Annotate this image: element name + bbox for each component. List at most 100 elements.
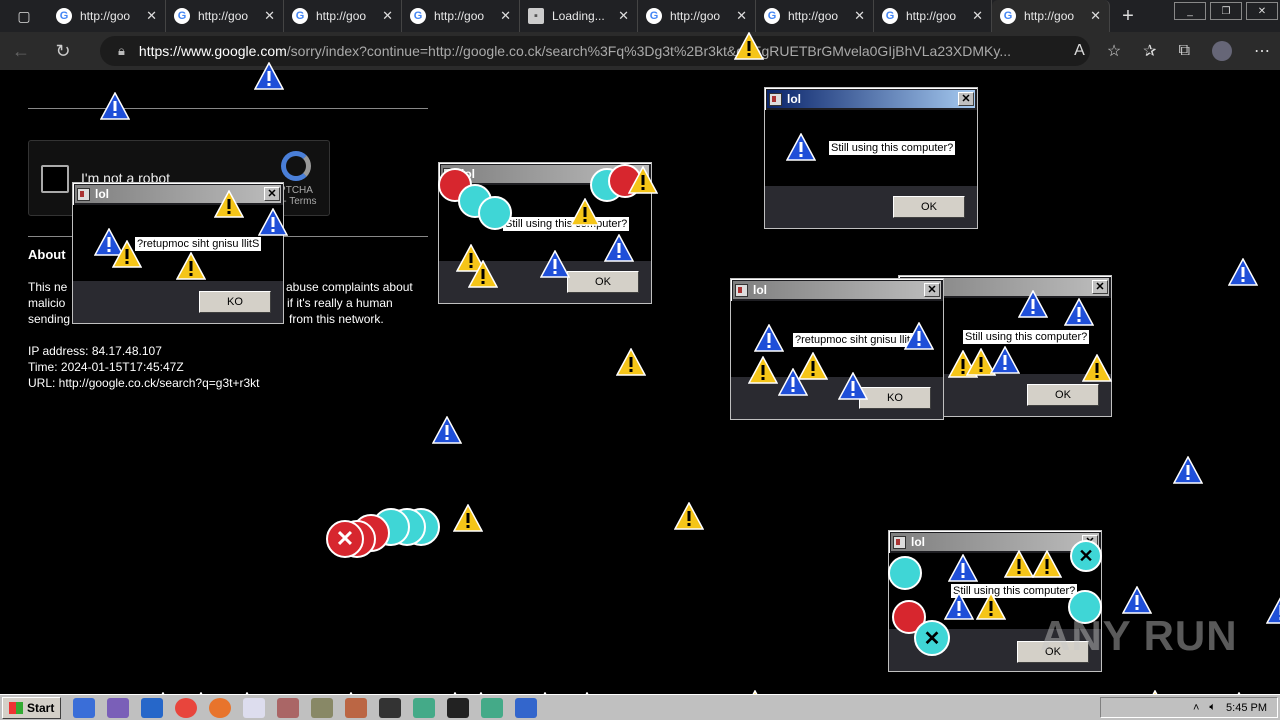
- browser-tab[interactable]: Ghttp://goo ✕: [284, 0, 402, 32]
- dialog-close-button[interactable]: ✕: [958, 92, 974, 106]
- new-tab-button[interactable]: +: [1110, 0, 1146, 32]
- paragraph-line: if it's really a human: [287, 296, 393, 310]
- tab-close-icon[interactable]: ✕: [854, 8, 865, 24]
- info-warning-icon: [1173, 456, 1203, 484]
- app-icon: [735, 283, 748, 297]
- warning-icon: [628, 166, 658, 194]
- tab-close-icon[interactable]: ✕: [1090, 8, 1101, 24]
- dialog-titlebar[interactable]: lol✕: [891, 533, 1099, 551]
- tray-arrow-icon[interactable]: ˄: [1193, 702, 1199, 714]
- info-warning-icon: [990, 346, 1020, 374]
- dialog-ok-button[interactable]: OK: [893, 196, 965, 218]
- url-field[interactable]: 🔒︎ https://www.google.com/sorry/index?co…: [100, 36, 1090, 66]
- info-warning-icon: [254, 62, 284, 90]
- browser-tab[interactable]: Ghttp://goo ✕: [166, 0, 284, 32]
- info-warning-icon: [948, 554, 978, 582]
- tab-close-icon[interactable]: ✕: [500, 8, 511, 24]
- warning-icon: [616, 348, 646, 376]
- browser-tab[interactable]: Ghttp://goo ✕: [638, 0, 756, 32]
- tab-close-icon[interactable]: ✕: [382, 8, 393, 24]
- app-icon[interactable]: [277, 697, 300, 718]
- error-icon: ✕: [1070, 540, 1102, 572]
- browser-tab[interactable]: Ghttp://goo ✕: [756, 0, 874, 32]
- app-icon[interactable]: [413, 697, 436, 718]
- paragraph-line: This ne: [28, 280, 68, 294]
- dialog-ko-button[interactable]: KO: [199, 291, 271, 313]
- tab-close-icon[interactable]: ✕: [264, 8, 275, 24]
- browser-tab[interactable]: Ghttp://goo ✕: [48, 0, 166, 32]
- info-warning-icon: [1064, 298, 1094, 326]
- dialog-title: lol: [787, 92, 801, 106]
- anyrun-watermark: ANY RUN: [1040, 612, 1238, 659]
- firefox-icon[interactable]: [209, 697, 232, 718]
- info-warning-icon: [604, 234, 634, 262]
- minimize-icon[interactable]: _: [1174, 2, 1206, 20]
- favorites-icon[interactable]: ✰: [1143, 41, 1156, 61]
- dialog-close-button[interactable]: ✕: [1092, 280, 1108, 294]
- dialog-close-button[interactable]: ✕: [924, 283, 940, 297]
- chrome-icon[interactable]: [175, 697, 198, 718]
- browser-tab[interactable]: ▪ Loading... ✕: [520, 0, 638, 32]
- warning-icon: [453, 504, 483, 532]
- dialog-title: lol: [753, 283, 767, 297]
- tab-close-icon[interactable]: ✕: [618, 8, 629, 24]
- dialog-ok-button[interactable]: OK: [1027, 384, 1099, 406]
- restore-icon[interactable]: ❐: [1210, 2, 1242, 20]
- google-icon: G: [764, 8, 780, 24]
- tab-close-icon[interactable]: ✕: [972, 8, 983, 24]
- more-menu-icon[interactable]: ⋯: [1254, 41, 1270, 61]
- divider: [28, 108, 428, 109]
- tab-actions-icon[interactable]: ▢: [0, 0, 48, 32]
- warning-icon: [734, 32, 764, 60]
- notepad-icon[interactable]: [243, 697, 266, 718]
- screen: ▢ Ghttp://goo ✕ Ghttp://goo ✕ Ghttp://goo ✕…: [0, 0, 1280, 720]
- folder-icon[interactable]: [107, 697, 130, 718]
- profile-avatar[interactable]: [1212, 41, 1232, 61]
- app-icon[interactable]: [481, 697, 504, 718]
- media-player-icon[interactable]: [141, 697, 164, 718]
- collections-icon[interactable]: ⧉: [1179, 42, 1190, 60]
- error-icon: ✕: [914, 620, 950, 656]
- refresh-icon[interactable]: ↻: [42, 32, 84, 70]
- add-favorite-icon[interactable]: ☆: [1107, 41, 1121, 61]
- dialog-titlebar[interactable]: lol ✕: [733, 281, 941, 299]
- dialog-ok-button[interactable]: OK: [567, 271, 639, 293]
- lock-icon[interactable]: 🔒︎: [118, 43, 125, 59]
- close-icon[interactable]: ✕: [1246, 2, 1278, 20]
- edge-icon[interactable]: [515, 697, 538, 718]
- info-warning-icon: [944, 592, 974, 620]
- dialog-titlebar[interactable]: lol✕: [75, 185, 281, 203]
- dialog-close-button[interactable]: ✕: [264, 187, 280, 201]
- ie-icon[interactable]: [73, 697, 96, 718]
- info-warning-icon: [1266, 596, 1280, 624]
- app-icon[interactable]: [379, 697, 402, 718]
- cmd-icon[interactable]: [447, 697, 470, 718]
- clock[interactable]: 5:45 PM: [1226, 702, 1267, 714]
- tab-title: http://goo: [670, 9, 721, 23]
- volume-icon[interactable]: 🔈︎: [1209, 701, 1216, 714]
- request-info: IP address: 84.17.48.107 Time: 2024-01-1…: [28, 343, 259, 391]
- dialog-message: ?retupmoc siht gnisu llitS: [135, 237, 262, 251]
- google-icon: G: [410, 8, 426, 24]
- tab-close-icon[interactable]: ✕: [736, 8, 747, 24]
- read-aloud-icon[interactable]: A: [1074, 42, 1085, 60]
- tab-close-icon[interactable]: ✕: [146, 8, 157, 24]
- app-icon[interactable]: [345, 697, 368, 718]
- tab-title: http://goo: [434, 9, 485, 23]
- browser-tab-active[interactable]: Ghttp://goo ✕: [992, 0, 1110, 32]
- warning-icon: [748, 356, 778, 384]
- google-icon: G: [174, 8, 190, 24]
- dialog-titlebar[interactable]: lol ✕: [767, 90, 975, 108]
- system-tray: ˄ 🔈︎ 5:45 PM: [1100, 697, 1278, 718]
- app-icon[interactable]: [311, 697, 334, 718]
- browser-tab[interactable]: Ghttp://goo ✕: [874, 0, 992, 32]
- start-button[interactable]: Start: [2, 696, 62, 719]
- dialog-ko-button[interactable]: KO: [859, 387, 931, 409]
- browser-tab[interactable]: Ghttp://goo ✕: [402, 0, 520, 32]
- tab-title: Loading...: [552, 9, 605, 23]
- about-heading: About: [28, 247, 66, 262]
- tab-title: http://goo: [1024, 9, 1075, 23]
- back-arrow-icon[interactable]: ←: [0, 32, 42, 70]
- tab-title: http://goo: [80, 9, 131, 23]
- captcha-checkbox[interactable]: [41, 165, 69, 193]
